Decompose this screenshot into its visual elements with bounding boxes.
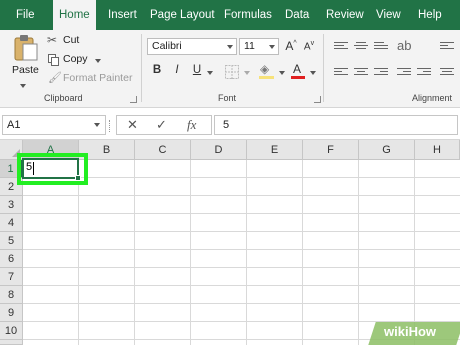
cell-area[interactable] [23,160,460,345]
row-header-4[interactable]: 4 [0,214,23,232]
tab-insert[interactable]: Insert [108,0,137,30]
formula-input[interactable]: 5 [214,115,458,135]
clipboard-group-label: Clipboard [44,93,83,103]
row-header-7[interactable]: 7 [0,268,23,286]
highlight-box [17,153,88,185]
column-header-g[interactable]: G [359,140,415,160]
font-color-dropdown-icon[interactable] [310,71,316,75]
column-header-h[interactable]: H [415,140,460,160]
column-header-c[interactable]: C [135,140,191,160]
merge-center-icon[interactable] [440,68,454,78]
copy-label: Copy [63,53,88,65]
row-header-9[interactable]: 9 [0,304,23,322]
font-size-select[interactable]: 11 [239,38,279,55]
font-family-select[interactable]: Calibri [147,38,237,55]
format-painter-button[interactable]: 🖌 Format Painter [47,71,137,87]
align-right-icon[interactable] [374,68,388,78]
chevron-down-icon [227,45,233,49]
borders-icon[interactable] [225,65,239,79]
tab-formulas[interactable]: Formulas [224,0,272,30]
enter-icon[interactable]: ✓ [156,116,167,134]
underline-button[interactable]: U [190,64,204,76]
decrease-font-size-icon[interactable]: Av [302,40,316,52]
column-header-d[interactable]: D [191,140,247,160]
top-align-icon[interactable] [334,42,348,52]
tab-data[interactable]: Data [285,0,309,30]
chevron-down-icon [94,123,100,127]
separator [141,34,142,102]
wrap-text-icon[interactable] [440,42,454,52]
row-header-11[interactable]: 11 [0,340,23,345]
row-header-8[interactable]: 8 [0,286,23,304]
bold-button[interactable]: B [150,64,164,76]
tab-home[interactable]: Home [53,0,96,30]
borders-dropdown-icon[interactable] [244,71,250,75]
bottom-align-icon[interactable] [374,42,388,52]
underline-dropdown-icon[interactable] [207,71,213,75]
tab-file[interactable]: File [16,0,35,30]
drag-handle[interactable] [109,120,111,132]
ribbon-tab-bar: File Home Insert Page Layout Formulas Da… [0,0,460,30]
row-header-5[interactable]: 5 [0,232,23,250]
row-header-6[interactable]: 6 [0,250,23,268]
increase-font-size-icon[interactable]: A^ [284,39,298,53]
italic-button[interactable]: I [170,64,184,76]
tab-help[interactable]: Help [418,0,442,30]
align-center-icon[interactable] [354,68,368,78]
increase-indent-icon[interactable] [417,68,431,78]
font-family-value: Calibri [152,40,182,52]
font-color-icon[interactable]: A [291,62,305,80]
column-header-f[interactable]: F [303,140,359,160]
copy-icon [48,54,59,66]
row-header-10[interactable]: 10 [0,322,23,340]
name-box[interactable]: A1 [2,115,106,135]
decrease-indent-icon[interactable] [397,68,411,78]
tab-view[interactable]: View [376,0,401,30]
font-launcher-icon[interactable] [314,96,321,103]
tab-review[interactable]: Review [326,0,364,30]
paintbrush-icon: 🖌 [48,72,62,84]
row-header-3[interactable]: 3 [0,196,23,214]
paste-button[interactable]: Paste [8,32,42,78]
fill-color-icon[interactable]: ◈ [259,62,275,80]
clipboard-paste-icon [14,35,38,61]
cut-button[interactable]: ✂ Cut [47,33,87,49]
formula-bar: A1 ✕ ✓ fx 5 [0,108,460,140]
copy-button[interactable]: Copy [47,52,107,68]
column-header-e[interactable]: E [247,140,303,160]
font-size-value: 11 [244,40,255,52]
align-left-icon[interactable] [334,68,348,78]
insert-function-icon[interactable]: fx [187,116,196,134]
ribbon: Paste ✂ Cut Copy 🖌 Format Painter Clipbo… [0,30,460,108]
copy-dropdown-icon[interactable] [95,59,101,63]
cancel-icon[interactable]: ✕ [127,116,138,134]
paste-label: Paste [12,64,39,76]
tab-page-layout[interactable]: Page Layout [150,0,215,30]
middle-align-icon[interactable] [354,42,368,52]
scissors-icon: ✂ [47,33,58,47]
separator [323,34,324,102]
format-painter-label: Format Painter [63,72,133,84]
fill-color-dropdown-icon[interactable] [279,71,285,75]
orientation-icon[interactable]: ab [397,38,411,53]
watermark-logo: wikiHow [384,324,437,339]
cut-label: Cut [63,34,80,46]
font-group-label: Font [218,93,237,103]
formula-actions: ✕ ✓ fx [116,115,212,135]
name-box-value: A1 [7,119,21,131]
chevron-down-icon [269,45,275,49]
alignment-group-label: Alignment [412,93,453,103]
clipboard-launcher-icon[interactable] [130,96,137,103]
